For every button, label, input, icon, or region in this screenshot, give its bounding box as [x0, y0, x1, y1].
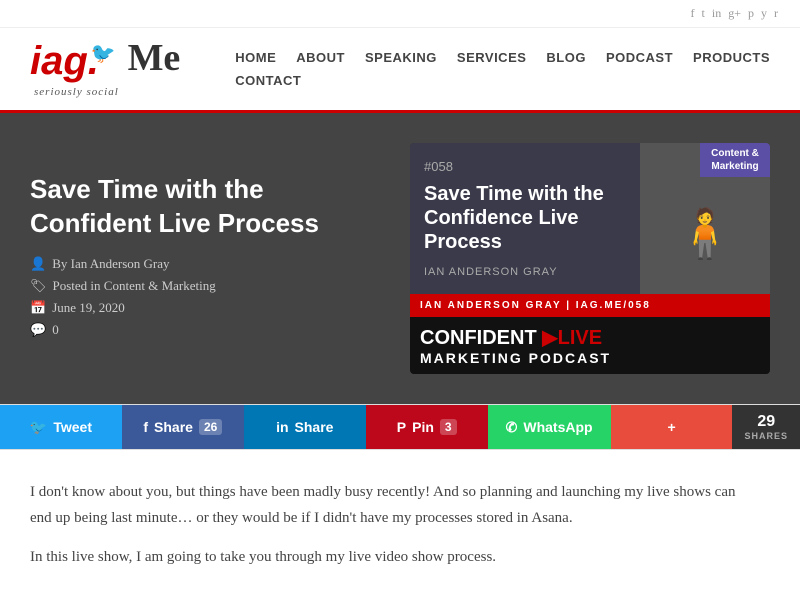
social-icon-linkedin[interactable]: in	[712, 6, 721, 20]
meta-comments-row: 💬 0	[30, 322, 380, 338]
social-icon-pinterest[interactable]: p	[748, 6, 754, 20]
social-icon-googleplus[interactable]: g+	[728, 6, 741, 20]
top-social-bar: f t in g+ p y r	[0, 0, 800, 28]
meta-author: By Ian Anderson Gray	[52, 256, 169, 272]
podcast-footer: IAN ANDERSON GRAY | IAG.ME/058	[410, 294, 770, 317]
total-share-count: 29 SHARES	[732, 405, 800, 449]
nav-podcast[interactable]: PODCAST	[606, 50, 673, 65]
share-whatsapp-button[interactable]: ✆ WhatsApp	[488, 405, 611, 449]
comment-icon: 💬	[30, 322, 46, 338]
play-icon: ▶LIVE	[537, 327, 602, 349]
calendar-icon: 📅	[30, 300, 46, 316]
social-icon-rss[interactable]: r	[774, 6, 778, 20]
podcast-episode: #058	[424, 159, 626, 174]
twitter-icon: 🐦	[30, 419, 47, 436]
logo-iag: iag.	[30, 41, 99, 81]
total-count-label: SHARES	[744, 431, 788, 441]
nav-contact[interactable]: CONTACT	[235, 73, 301, 88]
twitter-label: Tweet	[53, 419, 92, 435]
share-pinterest-button[interactable]: P Pin 3	[366, 405, 488, 449]
nav-home[interactable]: HOME	[235, 50, 276, 65]
whatsapp-label: WhatsApp	[523, 419, 592, 435]
nav-row-1: HOME ABOUT SPEAKING SERVICES BLOG PODCAS…	[235, 50, 770, 65]
nav-row-2: CONTACT	[235, 73, 301, 88]
podcast-card[interactable]: #058 Save Time with the Confidence Live …	[410, 143, 770, 374]
content-paragraph-2: In this live show, I am going to take yo…	[30, 545, 750, 571]
nav-products[interactable]: PRODUCTS	[693, 50, 770, 65]
podcast-card-left: #058 Save Time with the Confidence Live …	[410, 143, 640, 294]
linkedin-icon: in	[276, 419, 288, 435]
share-bar: 🐦 Tweet f Share 26 in Share P Pin 3 ✆ Wh…	[0, 404, 800, 450]
meta-author-row: 👤 By Ian Anderson Gray	[30, 256, 380, 272]
site-header: iag. 🐦 Me seriously social HOME ABOUT SP…	[0, 28, 800, 113]
pinterest-icon: P	[397, 419, 406, 435]
podcast-person-image: 🧍	[675, 205, 735, 262]
social-icon-facebook[interactable]: f	[691, 6, 695, 20]
meta-date-row: 📅 June 19, 2020	[30, 300, 380, 316]
podcast-author-label: IAN ANDERSON GRAY	[424, 266, 626, 278]
pinterest-label: Pin	[412, 419, 434, 435]
meta-category: Posted in Content & Marketing	[53, 278, 216, 294]
facebook-icon: f	[143, 419, 148, 435]
podcast-badge: Content & Marketing	[700, 143, 770, 177]
linkedin-label: Share	[295, 419, 334, 435]
tag-icon: 🏷	[30, 278, 47, 294]
share-twitter-button[interactable]: 🐦 Tweet	[0, 405, 122, 449]
facebook-count: 26	[199, 419, 222, 435]
podcast-brand-block: CONFIDENT ▶LIVE MARKETING PODCAST	[410, 317, 770, 374]
logo-bird-icon: 🐦	[91, 43, 116, 65]
author-icon: 👤	[30, 256, 46, 272]
podcast-brand-subtitle: MARKETING PODCAST	[420, 350, 760, 366]
plus-icon: +	[667, 419, 675, 435]
logo-area[interactable]: iag. 🐦 Me seriously social	[30, 40, 180, 98]
meta-date: June 19, 2020	[52, 300, 125, 316]
facebook-label: Share	[154, 419, 193, 435]
podcast-card-right: Content & Marketing 🧍	[640, 143, 770, 294]
social-icon-youtube[interactable]: y	[761, 6, 767, 20]
meta-comments: 0	[52, 322, 59, 338]
pinterest-count: 3	[440, 419, 457, 435]
share-linkedin-button[interactable]: in Share	[244, 405, 366, 449]
total-count-number: 29	[757, 413, 775, 431]
whatsapp-icon: ✆	[506, 419, 518, 436]
podcast-footer-text: IAN ANDERSON GRAY | IAG.ME/058	[420, 300, 651, 311]
podcast-brand-name: CONFIDENT ▶LIVE	[420, 325, 760, 350]
confident-text: CONFIDENT	[420, 327, 537, 349]
logo-me: Me	[128, 37, 181, 79]
podcast-card-title: Save Time with the Confidence Live Proce…	[424, 182, 626, 254]
hero-section: Save Time with the Confident Live Proces…	[0, 113, 800, 404]
share-facebook-button[interactable]: f Share 26	[122, 405, 244, 449]
logo-tagline: seriously social	[30, 86, 180, 98]
content-area: I don't know about you, but things have …	[0, 450, 780, 605]
meta-category-row: 🏷 Posted in Content & Marketing	[30, 278, 380, 294]
nav-speaking[interactable]: SPEAKING	[365, 50, 437, 65]
share-other-button[interactable]: +	[611, 405, 733, 449]
main-nav: HOME ABOUT SPEAKING SERVICES BLOG PODCAS…	[235, 50, 770, 88]
nav-services[interactable]: SERVICES	[457, 50, 527, 65]
nav-about[interactable]: ABOUT	[296, 50, 345, 65]
nav-blog[interactable]: BLOG	[546, 50, 586, 65]
social-icon-twitter[interactable]: t	[702, 6, 705, 20]
content-paragraph-1: I don't know about you, but things have …	[30, 480, 750, 531]
hero-text-area: Save Time with the Confident Live Proces…	[30, 143, 380, 374]
hero-title: Save Time with the Confident Live Proces…	[30, 173, 380, 241]
